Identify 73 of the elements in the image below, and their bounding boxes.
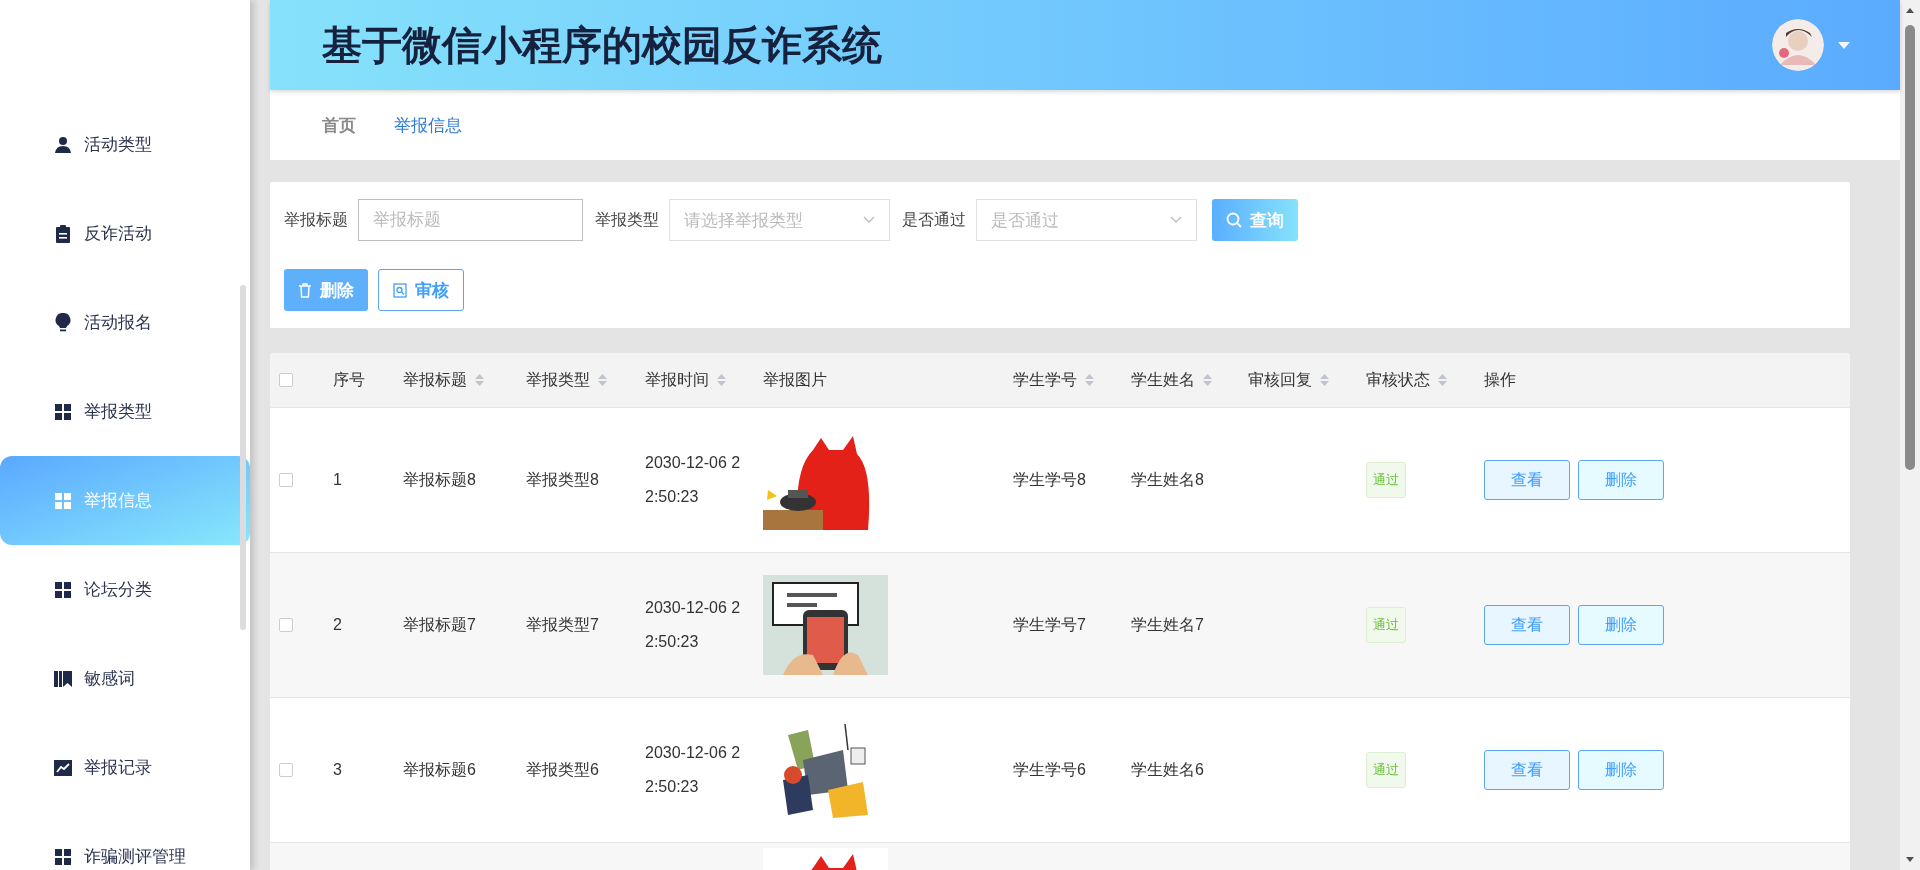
book-icon bbox=[54, 670, 72, 687]
scrollbar-drawing[interactable] bbox=[240, 285, 246, 630]
table-cell-text: 学生姓名7 bbox=[1131, 614, 1204, 635]
column-header[interactable]: 学生学号 bbox=[1013, 369, 1077, 391]
status-tag: 通过 bbox=[1366, 752, 1406, 788]
column-header[interactable]: 学生姓名 bbox=[1131, 369, 1195, 391]
grid-icon bbox=[55, 848, 71, 865]
column-header: 举报图片 bbox=[763, 369, 827, 390]
table-cell-text: 举报类型7 bbox=[526, 614, 599, 635]
filter-label: 举报类型 bbox=[595, 209, 659, 230]
table-cell: 3 bbox=[333, 761, 342, 779]
sort-icon[interactable] bbox=[598, 373, 607, 387]
table-cell-text: 学生学号6 bbox=[1013, 759, 1086, 780]
checkbox[interactable] bbox=[279, 373, 293, 387]
sidebar-item[interactable]: 诈骗测评管理 bbox=[0, 812, 250, 870]
search-document-icon bbox=[393, 282, 407, 298]
sidebar-item[interactable]: 举报类型 bbox=[0, 367, 250, 456]
sidebar-item[interactable]: 反诈活动 bbox=[0, 189, 250, 278]
column-header: 操作 bbox=[1484, 369, 1516, 390]
column-header[interactable]: 举报类型 bbox=[526, 369, 590, 391]
column-header: 序号 bbox=[333, 369, 365, 390]
table-cell-text: 举报类型8 bbox=[526, 469, 599, 490]
table-cell-text: 学生学号8 bbox=[1013, 469, 1086, 490]
sort-icon[interactable] bbox=[717, 373, 726, 387]
sidebar-item[interactable]: 论坛分类 bbox=[0, 545, 250, 634]
sidebar-item[interactable]: 活动报名 bbox=[0, 278, 250, 367]
table-cell-text: 学生学号7 bbox=[1013, 614, 1086, 635]
table-cell-text: 学生姓名6 bbox=[1131, 759, 1204, 780]
chart-icon bbox=[54, 759, 72, 776]
clipboard-icon bbox=[55, 224, 71, 243]
checkbox[interactable] bbox=[279, 763, 293, 777]
caret-icon[interactable] bbox=[1838, 41, 1850, 49]
chevron-down-icon bbox=[1170, 216, 1182, 224]
table-cell-text: 举报标题7 bbox=[403, 614, 476, 635]
table-cell-text: 举报标题6 bbox=[403, 759, 476, 780]
lightbulb-icon bbox=[55, 312, 71, 333]
grid-icon bbox=[55, 581, 71, 598]
filter-label: 是否通过 bbox=[902, 209, 966, 230]
grid-icon bbox=[55, 492, 71, 509]
trash-icon bbox=[298, 282, 312, 298]
search-icon bbox=[1226, 212, 1242, 228]
sort-icon[interactable] bbox=[1438, 373, 1447, 387]
app-title: 基于微信小程序的校园反诈系统 bbox=[322, 21, 883, 69]
status-tag: 通过 bbox=[1366, 462, 1406, 498]
table-cell-text: 2030-12-06 22:50:23 bbox=[645, 453, 742, 507]
sort-icon[interactable] bbox=[475, 373, 484, 387]
checkbox[interactable] bbox=[279, 473, 293, 487]
table-cell-text: 2030-12-06 22:50:23 bbox=[645, 743, 742, 797]
table-cell-text: 举报类型6 bbox=[526, 759, 599, 780]
grid-icon bbox=[55, 403, 71, 420]
filter-label: 举报标题 bbox=[284, 209, 348, 230]
breadcrumb-link[interactable]: 举报信息 bbox=[394, 113, 462, 137]
table-cell-text: 学生姓名8 bbox=[1131, 469, 1204, 490]
sidebar-item[interactable]: 敏感词 bbox=[0, 634, 250, 723]
person-icon bbox=[54, 135, 72, 154]
table-cell: 2 bbox=[333, 616, 342, 634]
avatar[interactable] bbox=[1772, 19, 1824, 71]
chevron-down-icon bbox=[863, 216, 875, 224]
checkbox[interactable] bbox=[279, 618, 293, 632]
table-cell: 1 bbox=[333, 471, 342, 489]
column-header[interactable]: 举报时间 bbox=[645, 369, 709, 391]
column-header[interactable]: 审核回复 bbox=[1248, 369, 1312, 391]
sort-icon[interactable] bbox=[1085, 373, 1094, 387]
column-header[interactable]: 举报标题 bbox=[403, 369, 467, 391]
sort-icon[interactable] bbox=[1320, 373, 1329, 387]
status-tag: 通过 bbox=[1366, 607, 1406, 643]
table-cell-text: 2030-12-06 22:50:23 bbox=[645, 598, 742, 652]
sort-icon[interactable] bbox=[1203, 373, 1212, 387]
sidebar-item[interactable]: 举报记录 bbox=[0, 723, 250, 812]
column-header[interactable]: 审核状态 bbox=[1366, 369, 1430, 391]
sidebar-item[interactable]: 活动类型 bbox=[0, 100, 250, 189]
input-field[interactable]: 举报标题 bbox=[358, 199, 583, 241]
table-cell-text: 举报标题8 bbox=[403, 469, 476, 490]
